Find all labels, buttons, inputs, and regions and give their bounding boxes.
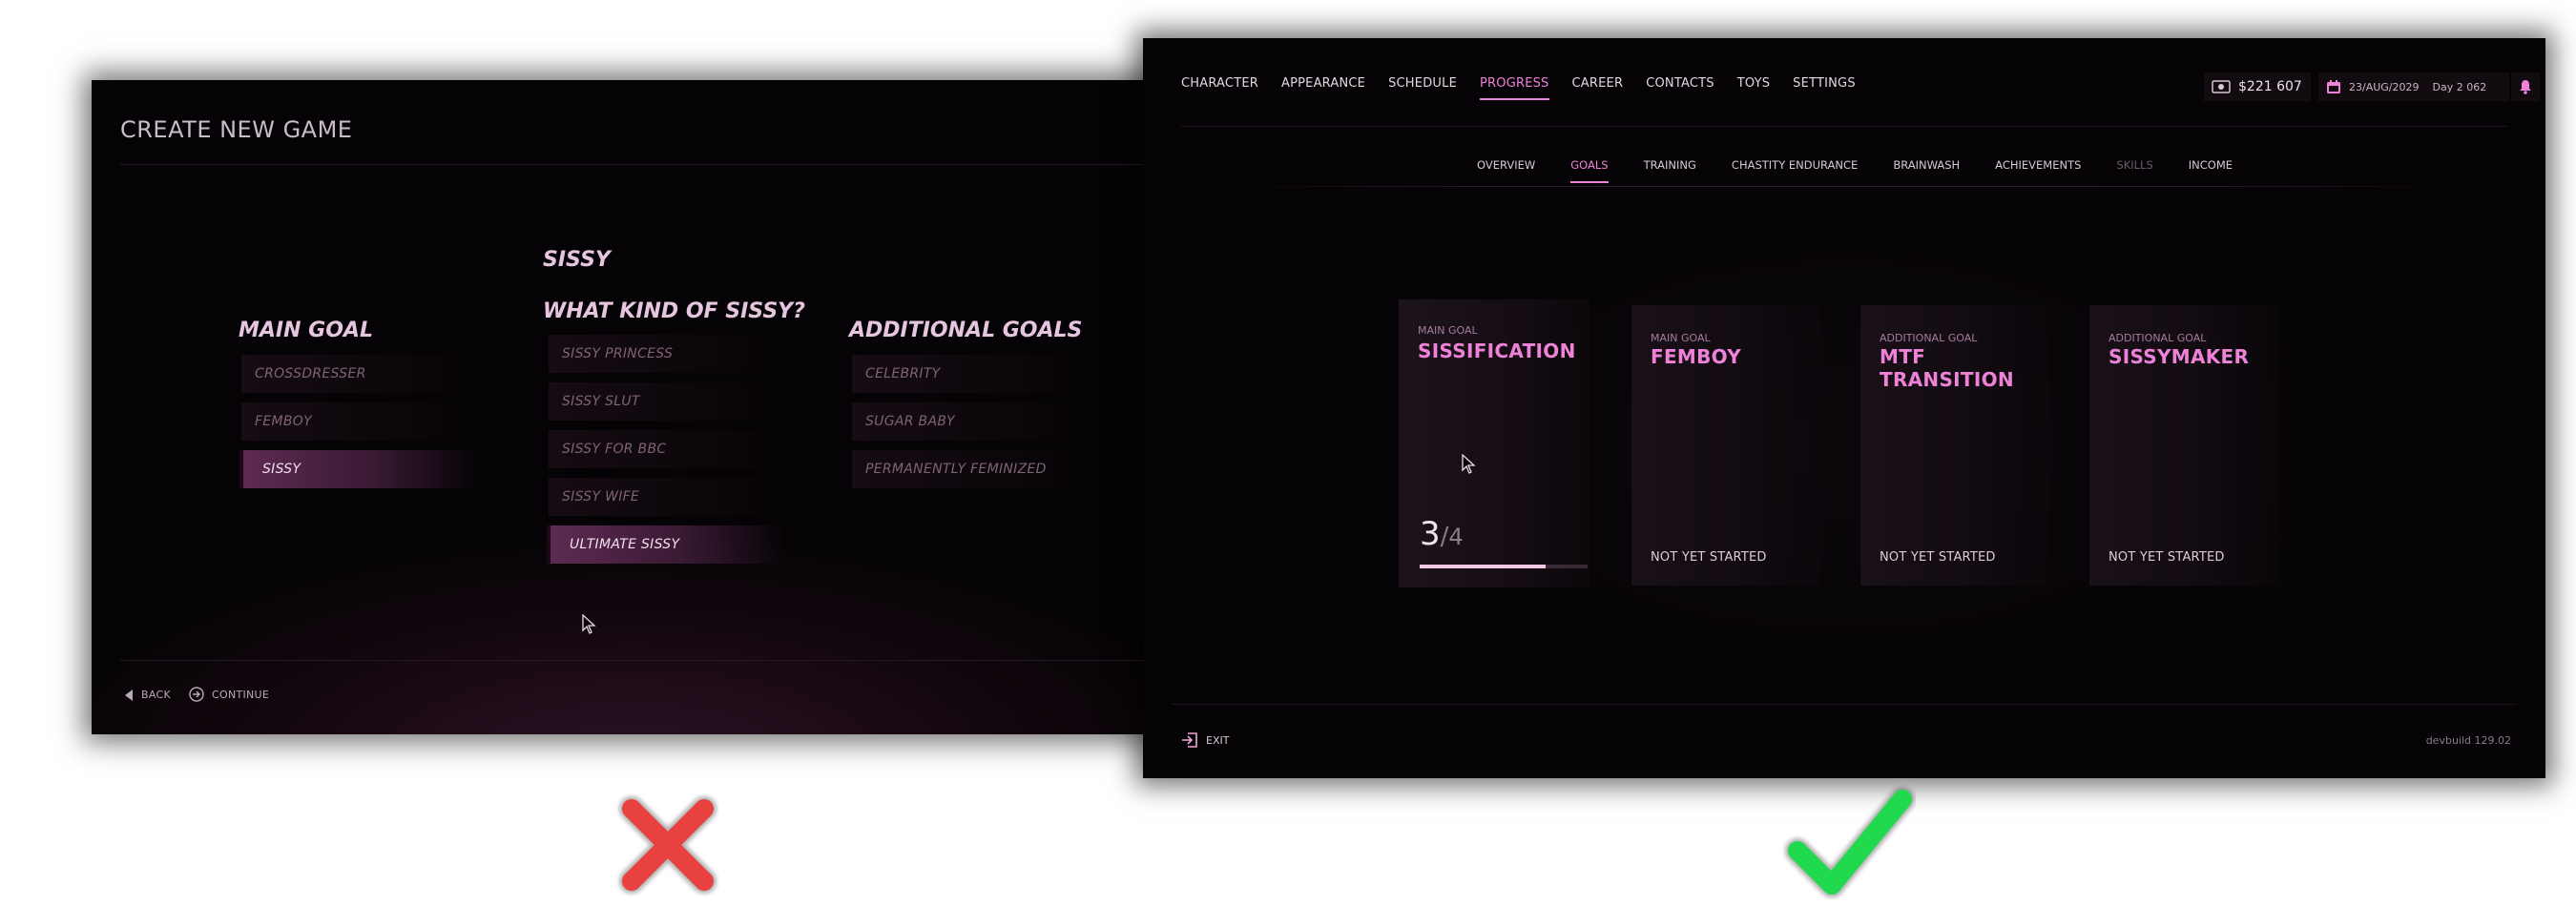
calendar-icon [2327,80,2340,93]
mouse-cursor-icon [582,614,596,634]
circle-arrow-icon [189,687,204,702]
subtab-brainwash[interactable]: BRAINWASH [1893,158,1960,183]
goal-kind-label: MAIN GOAL [1651,332,1711,344]
tab-progress[interactable]: PROGRESS [1479,76,1549,100]
sissy-heading: SISSY [543,248,611,272]
continue-label: CONTINUE [212,688,270,701]
exit-label: EXIT [1206,733,1230,747]
goal-progress-total: 4 [1448,524,1464,550]
sissy-option-bbc[interactable]: SISSY FOR BBC [549,430,787,468]
goal-status: NOT YET STARTED [1651,550,1767,565]
goal-card-sissymaker[interactable]: ADDITIONAL GOAL SISSYMAKER NOT YET START… [2089,305,2280,586]
mouse-cursor-icon [1462,454,1476,474]
goal-name: SISSYMAKER [2109,345,2250,368]
subnav-divider [1229,186,2460,187]
money-amount: $221 607 [2238,79,2302,94]
build-version: devbuild 129.02 [2425,734,2511,747]
additional-goals-heading: ADDITIONAL GOALS [849,319,1083,342]
subtab-income[interactable]: INCOME [2189,158,2233,183]
exit-button[interactable]: EXIT [1181,732,1229,748]
tab-contacts[interactable]: CONTACTS [1646,76,1714,100]
goal-kind-label: ADDITIONAL GOAL [1880,332,1978,344]
tab-schedule[interactable]: SCHEDULE [1388,76,1457,100]
main-goal-option-sissy[interactable]: SISSY [239,450,478,488]
green-check-icon [1785,787,1915,897]
tab-character[interactable]: CHARACTER [1181,76,1258,100]
additional-option-permanently-feminized[interactable]: PERMANENTLY FEMINIZED [852,450,1091,488]
goal-name: SISSIFICATION [1418,340,1576,362]
red-x-icon [619,796,717,894]
sissy-kind-question: WHAT KIND OF SISSY? [543,299,805,323]
tab-career[interactable]: CAREER [1572,76,1624,100]
comparison-stage: CREATE NEW GAME MAIN GOAL CROSSDRESSER F… [0,0,2576,906]
goal-status: NOT YET STARTED [2109,550,2225,565]
continue-button[interactable]: CONTINUE [189,687,269,702]
goal-progress-bar [1420,565,1588,568]
subtab-training[interactable]: TRAINING [1644,158,1696,183]
goal-kind-label: MAIN GOAL [1418,324,1478,337]
page-title: CREATE NEW GAME [120,116,353,143]
footer-divider [1172,704,2517,705]
main-goal-option-femboy[interactable]: FEMBOY [241,402,480,441]
money-display: $221 607 [2204,72,2311,101]
subtab-chastity-endurance[interactable]: CHASTITY ENDURANCE [1732,158,1858,183]
current-day: Day 2 062 [2432,80,2487,93]
goal-card-sissification[interactable]: MAIN GOAL SISSIFICATION 3/4 [1399,299,1589,587]
footer-divider [120,660,1170,661]
subtab-goals[interactable]: GOALS [1570,158,1609,183]
triangle-left-icon [125,689,133,701]
progress-goals-window: CHARACTER APPEARANCE SCHEDULE PROGRESS C… [1143,38,2545,778]
sissy-option-ultimate[interactable]: ULTIMATE SISSY [547,525,785,564]
additional-option-celebrity[interactable]: CELEBRITY [852,355,1091,393]
goal-progress-current: 3 [1420,515,1441,553]
subtab-skills: SKILLS [2116,158,2153,172]
tab-appearance[interactable]: APPEARANCE [1281,76,1365,100]
tab-toys[interactable]: TOYS [1737,76,1770,100]
title-divider [120,164,1170,165]
goal-progress-fill [1420,565,1546,568]
current-date: 23/AUG/2029 [2349,80,2420,93]
sissy-option-wife[interactable]: SISSY WIFE [549,478,787,516]
sissy-option-slut[interactable]: SISSY SLUT [549,382,787,421]
main-navigation: CHARACTER APPEARANCE SCHEDULE PROGRESS C… [1181,76,1879,100]
exit-icon [1182,732,1197,748]
back-label: BACK [141,689,171,701]
additional-option-sugar-baby[interactable]: SUGAR BABY [852,402,1091,441]
notifications-button[interactable] [2511,72,2540,101]
main-goal-option-crossdresser[interactable]: CROSSDRESSER [241,355,480,393]
progress-subnavigation: OVERVIEW GOALS TRAINING CHASTITY ENDURAN… [1477,158,2268,183]
goal-card-mtf-transition[interactable]: ADDITIONAL GOAL MTF TRANSITION NOT YET S… [1860,305,2051,586]
goal-status: NOT YET STARTED [1880,550,1996,565]
main-goal-heading: MAIN GOAL [239,319,373,342]
date-display: 23/AUG/2029 Day 2 062 [2318,72,2509,101]
goal-kind-label: ADDITIONAL GOAL [2109,332,2207,344]
header-divider [1181,126,2507,127]
goal-name: MTF TRANSITION [1880,345,2014,391]
create-new-game-window: CREATE NEW GAME MAIN GOAL CROSSDRESSER F… [92,80,1170,734]
back-button[interactable]: BACK [124,689,171,701]
goal-name: FEMBOY [1651,345,1742,368]
cash-icon [2212,80,2231,93]
subtab-overview[interactable]: OVERVIEW [1477,158,1535,183]
sissy-option-princess[interactable]: SISSY PRINCESS [549,335,787,373]
bell-icon [2520,80,2531,94]
tab-settings[interactable]: SETTINGS [1793,76,1856,100]
goal-progress-text: 3/4 [1420,515,1464,553]
subtab-achievements[interactable]: ACHIEVEMENTS [1995,158,2081,183]
goal-card-femboy[interactable]: MAIN GOAL FEMBOY NOT YET STARTED [1631,305,1822,586]
